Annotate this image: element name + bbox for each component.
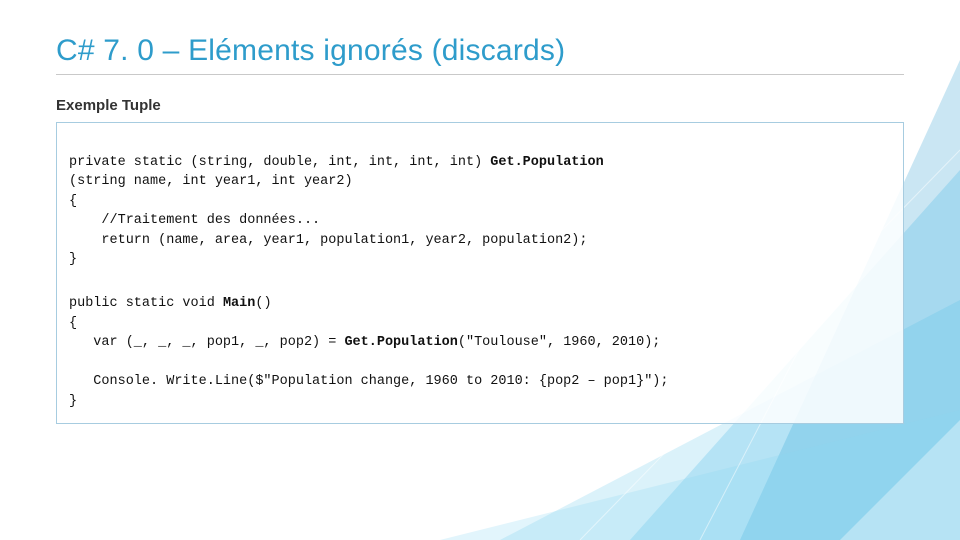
code-line: private static (string, double, int, int…	[69, 155, 490, 170]
code-line: (string name, int year1, int year2)	[69, 174, 353, 189]
slide: C# 7. 0 – Eléments ignorés (discards) Ex…	[0, 0, 960, 540]
code-line: ("Toulouse", 1960, 2010);	[458, 335, 661, 350]
code-line: var (_, _, _, pop1, _, pop2) =	[69, 335, 344, 350]
code-line: {	[69, 194, 77, 209]
code-line: //Traitement des données...	[69, 213, 320, 228]
code-line: return (name, area, year1, population1, …	[69, 233, 587, 248]
code-line: }	[69, 394, 77, 409]
code-line: public static void	[69, 296, 223, 311]
code-block-2: public static void Main() { var (_, _, _…	[69, 294, 891, 411]
code-identifier: Get.Population	[490, 155, 603, 170]
slide-subtitle: Exemple Tuple	[56, 97, 904, 114]
code-box: private static (string, double, int, int…	[56, 122, 904, 424]
code-identifier: Main	[223, 296, 255, 311]
code-line: Console. Write.Line($"Population change,…	[69, 374, 669, 389]
content-area: C# 7. 0 – Eléments ignorés (discards) Ex…	[0, 0, 960, 424]
code-identifier: Get.Population	[344, 335, 457, 350]
code-line: ()	[255, 296, 271, 311]
code-line: {	[69, 316, 77, 331]
code-line: }	[69, 252, 77, 267]
slide-title: C# 7. 0 – Eléments ignorés (discards)	[56, 34, 904, 75]
code-block-1: private static (string, double, int, int…	[69, 153, 891, 270]
